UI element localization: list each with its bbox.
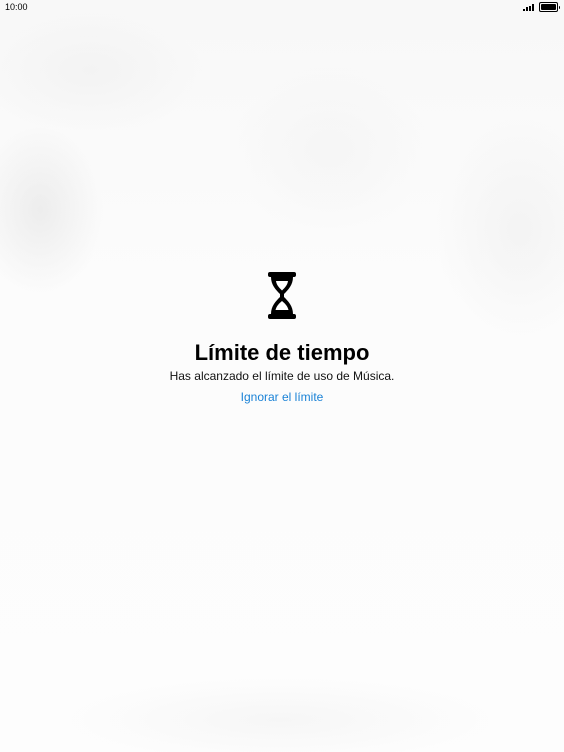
status-bar: 10:00 [0, 0, 564, 14]
status-time: 10:00 [5, 2, 28, 12]
status-indicators [522, 2, 560, 12]
hourglass-icon [268, 272, 296, 319]
signal-strength-icon [522, 3, 534, 11]
limit-message: Has alcanzado el límite de uso de Música… [169, 369, 395, 383]
battery-icon [538, 2, 560, 12]
page-title: Límite de tiempo [194, 340, 370, 365]
ignore-limit-container: Ignorar el límite [0, 389, 564, 405]
ignore-limit-link[interactable]: Ignorar el límite [241, 390, 324, 404]
